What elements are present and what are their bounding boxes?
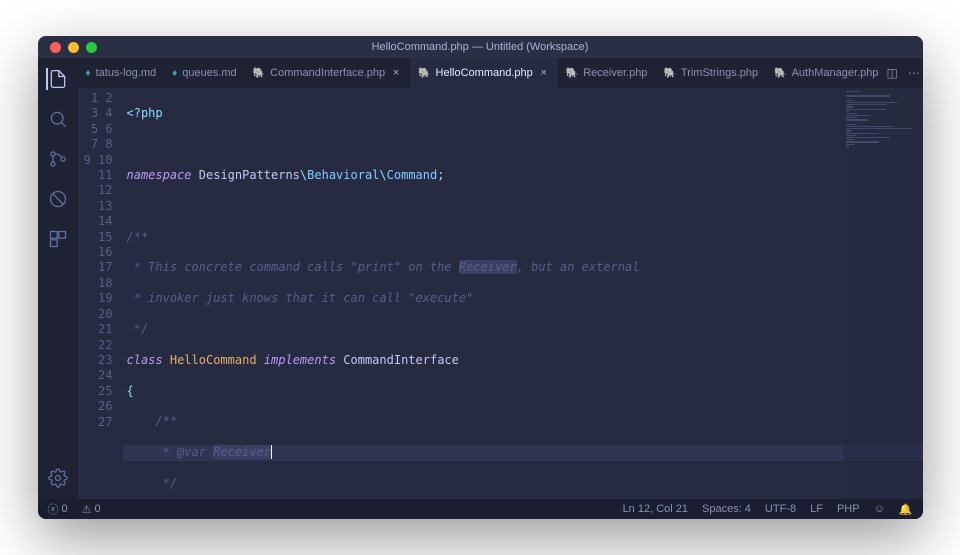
php-icon: 🐘 bbox=[418, 68, 430, 79]
more-actions-icon[interactable]: ⋯ bbox=[908, 66, 920, 80]
debug-icon[interactable] bbox=[47, 188, 69, 210]
code-editor[interactable]: 1 2 3 4 5 6 7 8 9 10 11 12 13 14 15 16 1… bbox=[78, 88, 923, 499]
tab-commandinterface[interactable]: 🐘 CommandInterface.php × bbox=[245, 58, 410, 88]
tab-label: TrimStrings.php bbox=[681, 67, 758, 79]
tab-label: queues.md bbox=[182, 67, 236, 79]
close-icon[interactable]: × bbox=[390, 67, 402, 79]
tab-receiver[interactable]: 🐘 Receiver.php bbox=[558, 58, 656, 88]
status-language[interactable]: PHP bbox=[837, 503, 860, 515]
tab-hellocommand[interactable]: 🐘 HelloCommand.php × bbox=[410, 58, 558, 88]
code-content[interactable]: <?php namespace DesignPatterns\Behaviora… bbox=[123, 88, 923, 499]
tab-label: Receiver.php bbox=[583, 67, 647, 79]
titlebar: HelloCommand.php — Untitled (Workspace) bbox=[38, 36, 923, 58]
markdown-icon: ♦ bbox=[86, 68, 91, 79]
main-area: ♦ tatus-log.md ♦ queues.md 🐘 CommandInterfa… bbox=[78, 58, 923, 499]
editor-window: HelloCommand.php — Untitled (Workspace) … bbox=[38, 36, 923, 519]
activity-bar bbox=[38, 58, 78, 499]
minimap[interactable] bbox=[843, 88, 923, 499]
tab-label: AuthManager.php bbox=[792, 67, 879, 79]
tab-label: CommandInterface.php bbox=[270, 67, 385, 79]
settings-gear-icon[interactable] bbox=[47, 467, 69, 489]
line-numbers: 1 2 3 4 5 6 7 8 9 10 11 12 13 14 15 16 1… bbox=[78, 88, 123, 499]
extensions-icon[interactable] bbox=[47, 228, 69, 250]
status-cursor-position[interactable]: Ln 12, Col 21 bbox=[623, 503, 688, 515]
close-icon[interactable]: × bbox=[538, 67, 550, 79]
error-icon: ⓧ bbox=[48, 501, 59, 517]
status-bell-icon[interactable]: 🔔 bbox=[899, 503, 913, 516]
status-errors[interactable]: ⓧ0 bbox=[48, 501, 68, 517]
markdown-icon: ♦ bbox=[172, 68, 177, 79]
workspace: ♦ tatus-log.md ♦ queues.md 🐘 CommandInterfa… bbox=[38, 58, 923, 499]
warning-icon: ⚠ bbox=[82, 503, 92, 516]
php-icon: 🐘 bbox=[774, 68, 786, 79]
status-warnings[interactable]: ⚠0 bbox=[82, 503, 101, 516]
tab-label: tatus-log.md bbox=[96, 67, 157, 79]
status-encoding[interactable]: UTF-8 bbox=[765, 503, 796, 515]
php-icon: 🐘 bbox=[566, 68, 578, 79]
split-editor-icon[interactable]: ◫ bbox=[886, 66, 897, 80]
tab-authmanager[interactable]: 🐘 AuthManager.php bbox=[766, 58, 886, 88]
search-icon[interactable] bbox=[47, 108, 69, 130]
status-indent[interactable]: Spaces: 4 bbox=[702, 503, 751, 515]
php-icon: 🐘 bbox=[253, 68, 265, 79]
window-title: HelloCommand.php — Untitled (Workspace) bbox=[38, 41, 923, 53]
tab-actions: ◫ ⋯ bbox=[886, 58, 922, 88]
php-icon: 🐘 bbox=[663, 68, 675, 79]
scm-icon[interactable] bbox=[47, 148, 69, 170]
status-eol[interactable]: LF bbox=[810, 503, 823, 515]
status-bar: ⓧ0 ⚠0 Ln 12, Col 21 Spaces: 4 UTF-8 LF P… bbox=[38, 499, 923, 519]
tab-label: HelloCommand.php bbox=[436, 67, 533, 79]
tab-bar: ♦ tatus-log.md ♦ queues.md 🐘 CommandInterfa… bbox=[78, 58, 923, 88]
tab-queues[interactable]: ♦ queues.md bbox=[164, 58, 245, 88]
status-feedback-icon[interactable]: ☺ bbox=[874, 503, 885, 515]
explorer-icon[interactable] bbox=[46, 68, 68, 90]
tab-trimstrings[interactable]: 🐘 TrimStrings.php bbox=[655, 58, 766, 88]
tab-status-log[interactable]: ♦ tatus-log.md bbox=[78, 58, 165, 88]
